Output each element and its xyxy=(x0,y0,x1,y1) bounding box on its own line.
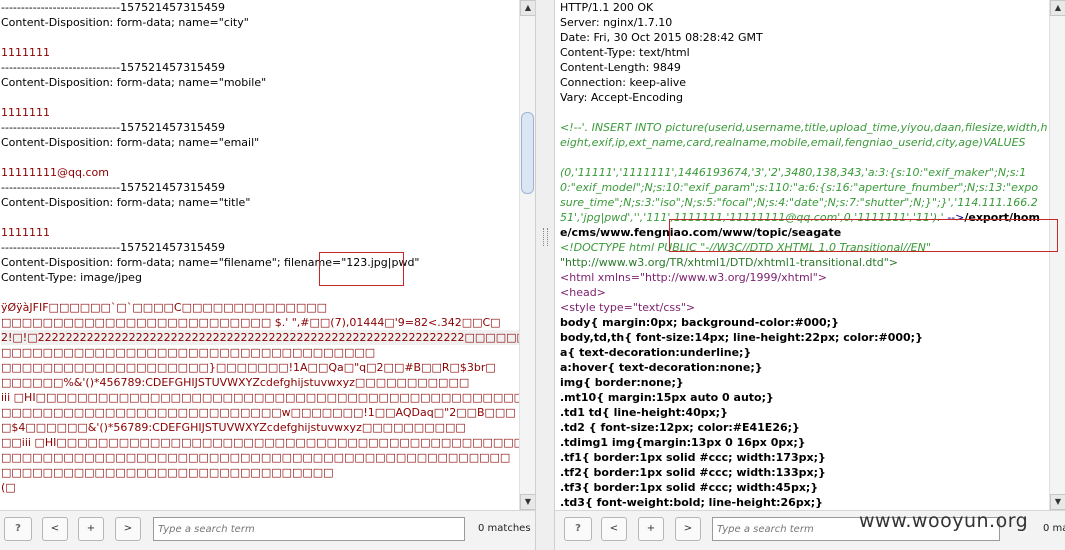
response-header-line: Date: Fri, 30 Oct 2015 08:28:42 GMT xyxy=(560,31,763,44)
request-line: ------------------------------1575214573… xyxy=(1,121,226,134)
request-text-area[interactable]: ------------------------------1575214573… xyxy=(0,0,519,510)
css-line: .tf2{ border:1px solid #ccc; width:133px… xyxy=(560,466,826,479)
response-pane: HTTP/1.1 200 OK Server: nginx/1.7.10 Dat… xyxy=(555,0,1065,550)
request-line xyxy=(1,210,519,225)
css-line: img{ border:none;} xyxy=(560,376,684,389)
request-value-line: 1111111 xyxy=(1,46,50,59)
html-open-tag: <html xmlns="http://www.w3.org/1999/xhtm… xyxy=(560,271,827,284)
previous-match-button[interactable]: < xyxy=(42,517,68,541)
request-line: Content-Disposition: form-data; name="mo… xyxy=(1,76,267,89)
request-line: ------------------------------1575214573… xyxy=(1,181,226,194)
next-match-button[interactable]: > xyxy=(675,517,701,541)
splitter-grip-icon[interactable] xyxy=(543,228,548,246)
request-value-line: 11111111@qq.com xyxy=(1,166,109,179)
binary-line: iii □HI□□□□□□□□□□□□□□□□□□□□□□□□□□□□□□□□□… xyxy=(1,391,519,404)
response-match-count: 0 matc xyxy=(1043,523,1065,534)
doctype-url-line: "http://www.w3.org/TR/xhtml1/DTD/xhtml1-… xyxy=(560,256,898,269)
scroll-up-arrow-icon[interactable]: ▲ xyxy=(520,0,535,16)
binary-line: □□□□□□□□□□□□□□□□□□□□□□□□□□ $.' ",#□□(7),… xyxy=(1,316,501,329)
binary-line: □□□□□□□□□□□□□□□□□□□□□□□□□□□□□□□□ xyxy=(1,466,334,479)
request-line xyxy=(1,285,519,300)
css-line: a{ text-decoration:underline;} xyxy=(560,346,752,359)
binary-line: □□□□□□□□□□□□□□□□□□□□□□□□□□□w□□□□□□□!1□□A… xyxy=(1,406,519,419)
scroll-down-arrow-icon[interactable]: ▼ xyxy=(1050,494,1065,510)
css-line: .tf1{ border:1px solid #ccc; width:173px… xyxy=(560,451,826,464)
request-value-line: 1111111 xyxy=(1,106,50,119)
binary-line: □$4□□□□□□&'()*56789:CDEFGHIJSTUVWXYZcdef… xyxy=(1,421,466,434)
css-line: body{ margin:0px; background-color:#000;… xyxy=(560,316,839,329)
css-line: .tdimg1 img{margin:13px 0 16px 0px;} xyxy=(560,436,806,449)
request-match-count: 0 matches xyxy=(478,523,531,534)
scroll-thumb[interactable] xyxy=(521,112,534,194)
response-header-line: Server: nginx/1.7.10 xyxy=(560,16,673,29)
binary-line: □□□□□□□□□□□□□□□□□□□□□□□□□□□□□□□□□□□□□□□□… xyxy=(1,451,511,464)
binary-line: (□ xyxy=(1,481,16,494)
request-search-input[interactable] xyxy=(153,517,465,541)
binary-line: 2!□!□22222222222222222222222222222222222… xyxy=(1,330,519,345)
previous-match-button[interactable]: < xyxy=(601,517,627,541)
response-header-line: Content-Length: 9849 xyxy=(560,61,681,74)
request-line: ------------------------------1575214573… xyxy=(1,241,226,254)
css-line: body,td,th{ font-size:14px; line-height:… xyxy=(560,331,923,344)
request-line: Content-Disposition: form-data; name="fi… xyxy=(1,256,420,269)
response-header-line: Content-Type: text/html xyxy=(560,46,690,59)
request-pane: ------------------------------1575214573… xyxy=(0,0,535,550)
response-header-line: Connection: keep-alive xyxy=(560,76,687,89)
binary-line: □□iii □HI□□□□□□□□□□□□□□□□□□□□□□□□□□□□□□□… xyxy=(1,436,519,449)
request-line xyxy=(1,90,519,105)
css-line: .td2 { font-size:12px; color:#E41E26;} xyxy=(560,421,800,434)
binary-line: □□□□□□□□□□□□□□□□□□□□}□□□□□□□!1A□□Qa□"q□2… xyxy=(1,361,496,374)
path-highlight-box xyxy=(669,219,1058,252)
response-scrollbar[interactable]: ▲ ▼ xyxy=(1049,0,1065,510)
scroll-down-arrow-icon[interactable]: ▼ xyxy=(520,494,535,510)
request-line: Content-Type: image/jpeg xyxy=(1,271,142,284)
watermark: www.wooyun.org xyxy=(859,510,1029,532)
css-line: .td3{ font-weight:bold; line-height:26px… xyxy=(560,496,824,509)
help-button[interactable]: ? xyxy=(564,517,592,541)
add-search-button[interactable]: + xyxy=(78,517,104,541)
response-text-area[interactable]: HTTP/1.1 200 OK Server: nginx/1.7.10 Dat… xyxy=(555,0,1049,510)
filename-highlight-box xyxy=(319,252,404,286)
style-open-tag: <style type="text/css"> xyxy=(560,301,696,314)
scroll-up-arrow-icon[interactable]: ▲ xyxy=(1050,0,1065,16)
css-line: .mt10{ margin:15px auto 0 auto;} xyxy=(560,391,774,404)
request-line xyxy=(1,30,519,45)
request-line: Content-Disposition: form-data; name="ci… xyxy=(1,16,249,29)
binary-line: □□□□□□□□□□□□□□□□□□□□□□□□□□□□□□□□□□□□ xyxy=(1,346,376,359)
binary-line: □□□□□□%&'()*456789:CDEFGHIJSTUVWXYZcdefg… xyxy=(1,376,470,389)
add-search-button[interactable]: + xyxy=(638,517,664,541)
pane-splitter[interactable] xyxy=(535,0,555,550)
help-button[interactable]: ? xyxy=(4,517,32,541)
request-value-line: 1111111 xyxy=(1,226,50,239)
request-line: ------------------------------1575214573… xyxy=(1,61,226,74)
css-line: a:hover{ text-decoration:none;} xyxy=(560,361,763,374)
request-search-bar: ? < + > 0 matches xyxy=(0,510,535,550)
head-open-tag: <head> xyxy=(560,286,606,299)
request-line xyxy=(1,150,519,165)
sql-comment-block: <!--'. INSERT INTO picture(userid,userna… xyxy=(560,121,1048,149)
next-match-button[interactable]: > xyxy=(115,517,141,541)
response-header-line: Vary: Accept-Encoding xyxy=(560,91,683,104)
request-scrollbar[interactable]: ▲ ▼ xyxy=(519,0,535,510)
binary-line: ÿØÿàJFIF□□□□□□`□`□□□□C□□□□□□□□□□□□□□ xyxy=(1,301,328,314)
response-header-line: HTTP/1.1 200 OK xyxy=(560,1,654,14)
request-line: Content-Disposition: form-data; name="em… xyxy=(1,136,260,149)
request-line: ------------------------------1575214573… xyxy=(1,1,226,14)
css-line: .td1 td{ line-height:40px;} xyxy=(560,406,728,419)
request-line: Content-Disposition: form-data; name="ti… xyxy=(1,196,251,209)
css-line: .tf3{ border:1px solid #ccc; width:45px;… xyxy=(560,481,819,494)
